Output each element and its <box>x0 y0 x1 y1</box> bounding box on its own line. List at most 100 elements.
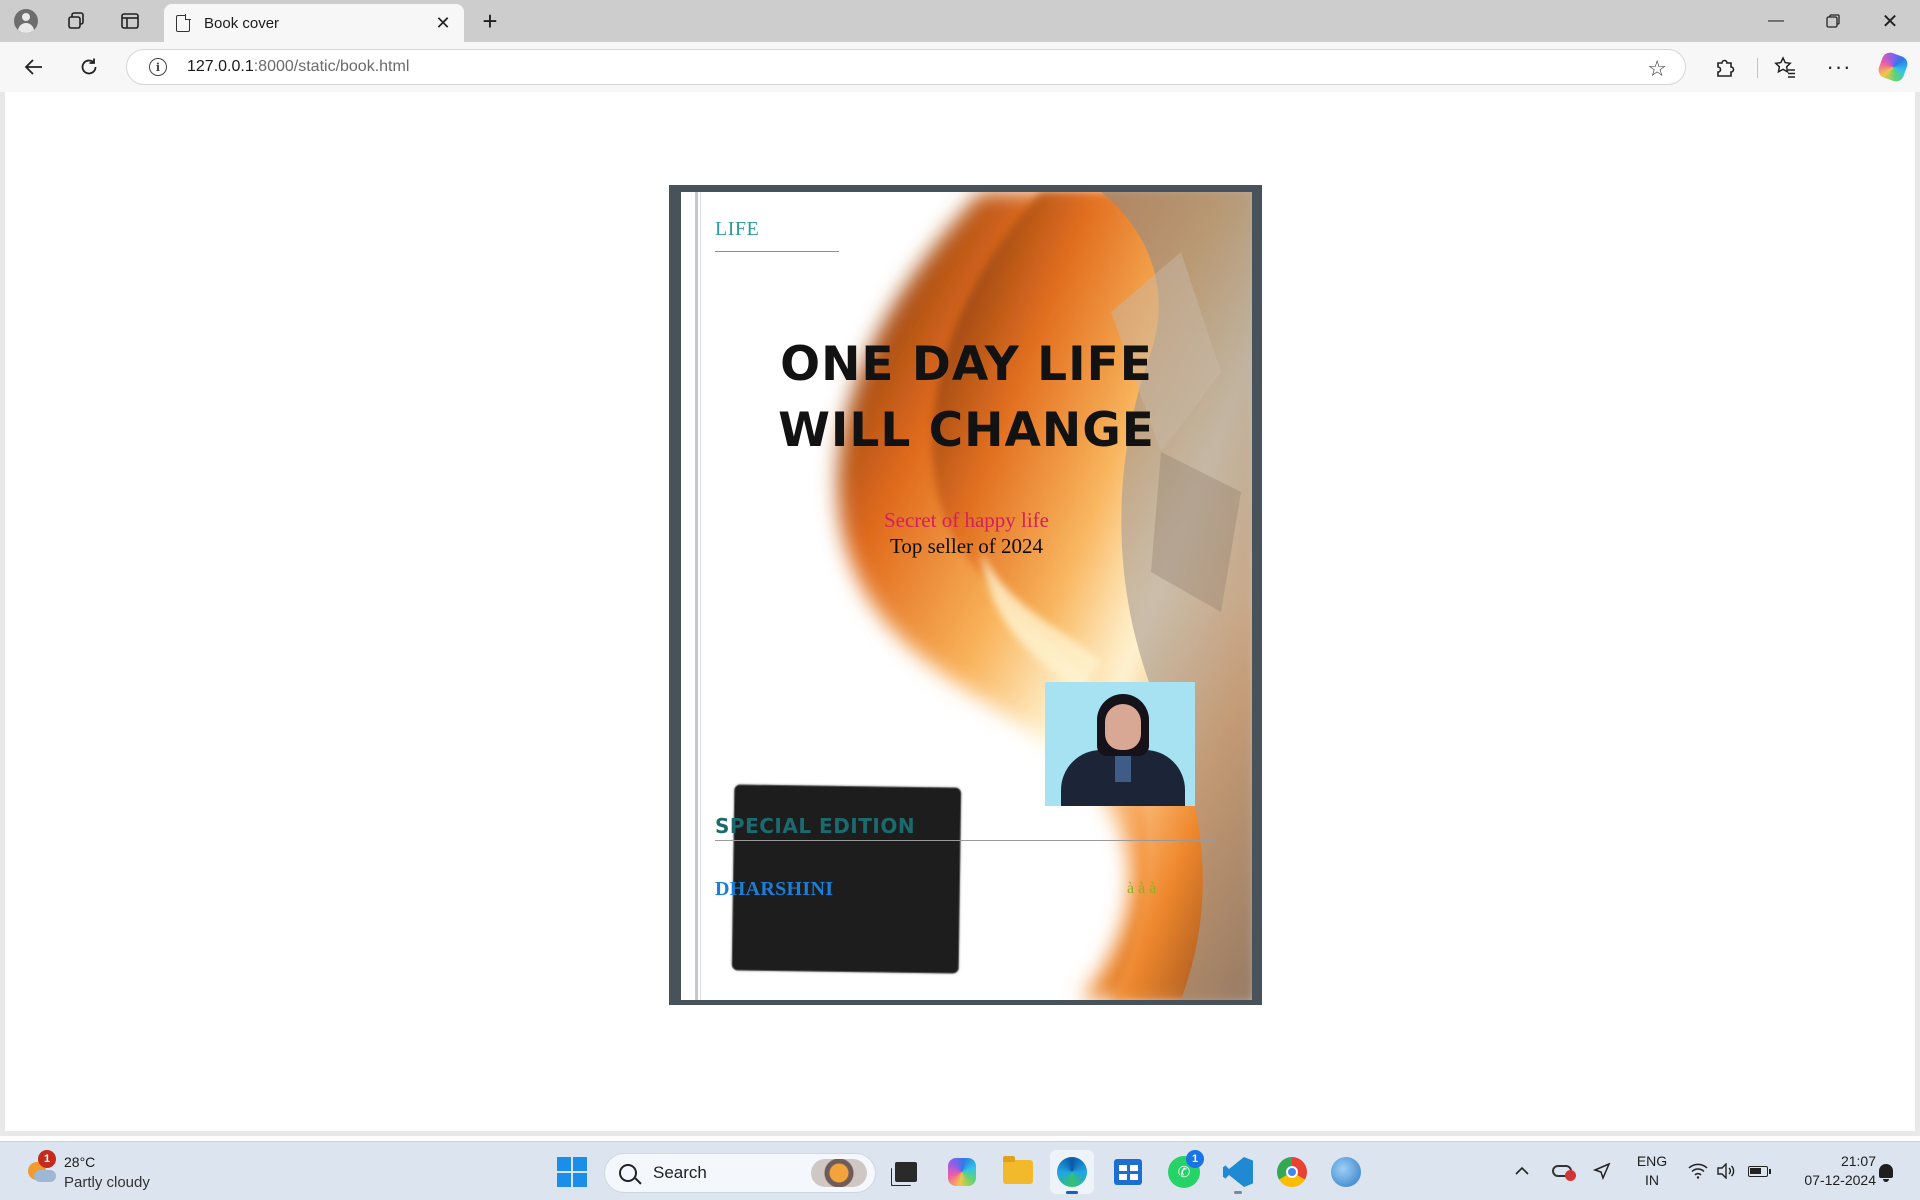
photo-collar <box>1115 752 1131 782</box>
language-indicator[interactable]: ENG IN <box>1630 1152 1674 1190</box>
book-cover-face: LIFE ONE DAY LIFE WILL CHANGE Secret of … <box>681 192 1252 1000</box>
workspaces-button[interactable] <box>60 6 92 36</box>
notifications-button[interactable] <box>1872 1156 1900 1186</box>
taskbar-search[interactable]: Search <box>604 1153 876 1193</box>
url-host: 127.0.0.1 <box>187 58 254 75</box>
minimize-button[interactable]: — <box>1748 0 1804 42</box>
category-label: LIFE <box>715 218 760 240</box>
volume-button[interactable] <box>1712 1156 1740 1186</box>
copilot-button[interactable] <box>1876 50 1910 84</box>
vertical-tabs-icon <box>121 13 139 29</box>
page-icon <box>176 13 191 32</box>
running-indicator <box>1234 1191 1242 1194</box>
chrome-button[interactable] <box>1270 1150 1314 1194</box>
weather-condition: Partly cloudy <box>64 1174 150 1191</box>
reload-button[interactable] <box>72 50 106 84</box>
reload-icon <box>81 58 97 75</box>
search-highlight-icon <box>811 1159 867 1187</box>
battery-button[interactable] <box>1744 1156 1772 1186</box>
copilot-icon <box>948 1158 976 1186</box>
favorites-icon <box>1774 56 1795 78</box>
author-name: DHARSHINI <box>715 878 834 900</box>
active-indicator <box>1066 1191 1078 1194</box>
close-window-button[interactable]: ✕ <box>1862 0 1918 42</box>
search-label: Search <box>653 1163 707 1182</box>
favorites-button[interactable] <box>1768 50 1802 84</box>
book-cover: LIFE ONE DAY LIFE WILL CHANGE Secret of … <box>669 185 1262 1005</box>
photo-face <box>1105 704 1141 750</box>
error-badge <box>1565 1170 1576 1181</box>
cloud-shape <box>34 1170 56 1182</box>
task-view-icon <box>895 1162 917 1182</box>
clock-time: 21:07 <box>1840 1153 1876 1169</box>
whatsapp-badge: 1 <box>1186 1150 1204 1168</box>
weather-widget[interactable]: 1 28°C Partly cloudy <box>24 1150 204 1194</box>
location-tray-button[interactable] <box>1588 1156 1616 1186</box>
search-icon <box>619 1164 637 1182</box>
whatsapp-button[interactable]: ✆ 1 <box>1162 1150 1206 1194</box>
author-photo <box>1045 682 1195 806</box>
close-icon[interactable]: ✕ <box>432 12 454 34</box>
profile-button[interactable] <box>10 6 42 36</box>
clock-date: 07-12-2024 <box>1804 1172 1876 1188</box>
garbled-text: à à à <box>1127 880 1157 897</box>
browser-toolbar: i 127.0.0.1:8000/static/book.html ☆ ··· <box>0 42 1920 92</box>
minimize-icon: — <box>1768 12 1784 29</box>
globe-app-button[interactable] <box>1324 1150 1368 1194</box>
book-title-line-2: WILL CHANGE <box>778 403 1155 458</box>
toolbar-divider <box>1757 58 1758 78</box>
spine-line <box>700 192 701 1000</box>
edge-icon <box>1057 1157 1087 1187</box>
folder-icon <box>1003 1156 1033 1184</box>
task-view-button[interactable] <box>884 1150 928 1194</box>
chrome-icon <box>1277 1157 1307 1187</box>
close-window-icon: ✕ <box>1881 10 1899 33</box>
book-subtitle: Secret of happy life <box>883 508 1050 532</box>
tab-bar: Book cover ✕ + — ✕ <box>0 0 1920 42</box>
info-icon[interactable]: i <box>149 58 167 76</box>
new-tab-button[interactable]: + <box>474 6 506 36</box>
more-icon: ··· <box>1826 54 1852 79</box>
workspaces-icon <box>68 12 84 29</box>
vscode-button[interactable] <box>1216 1150 1260 1194</box>
back-button[interactable] <box>17 50 51 84</box>
puzzle-icon <box>1717 59 1735 77</box>
clock[interactable]: 21:07 07-12-2024 <box>1780 1152 1876 1190</box>
vscode-icon <box>1223 1157 1253 1187</box>
copilot-icon <box>1876 50 1910 84</box>
edition-divider <box>715 840 1215 841</box>
file-explorer-button[interactable] <box>996 1150 1040 1194</box>
volume-icon <box>1717 1163 1735 1179</box>
book-tagline: Top seller of 2024 <box>889 534 1044 558</box>
plus-icon: + <box>482 5 498 36</box>
send-icon <box>1593 1162 1611 1180</box>
onedrive-error-icon <box>1552 1165 1576 1181</box>
wifi-button[interactable] <box>1684 1156 1712 1186</box>
restore-icon <box>1826 14 1840 28</box>
profile-icon <box>14 9 38 33</box>
book-title-line-1: ONE DAY LIFE <box>780 337 1153 392</box>
bell-icon <box>1879 1164 1893 1182</box>
language-code: ENG <box>1636 1153 1668 1169</box>
more-button[interactable]: ··· <box>1822 50 1856 84</box>
edition-label: SPECIAL EDITION <box>715 814 916 838</box>
store-icon <box>1114 1159 1142 1185</box>
star-icon[interactable]: ☆ <box>1647 56 1667 82</box>
page-content: LIFE ONE DAY LIFE WILL CHANGE Secret of … <box>0 92 1920 1136</box>
start-button[interactable] <box>550 1150 594 1194</box>
vertical-tabs-button[interactable] <box>114 6 146 36</box>
onedrive-tray-button[interactable] <box>1548 1156 1576 1186</box>
store-button[interactable] <box>1106 1150 1150 1194</box>
tab-book-cover[interactable]: Book cover ✕ <box>164 4 464 42</box>
battery-icon <box>1748 1165 1771 1177</box>
back-arrow-icon <box>24 59 42 75</box>
show-hidden-icons-button[interactable] <box>1508 1156 1536 1186</box>
chevron-up-icon <box>1515 1166 1529 1175</box>
address-bar[interactable]: i 127.0.0.1:8000/static/book.html ☆ <box>126 49 1686 85</box>
restore-button[interactable] <box>1805 0 1861 42</box>
extensions-button[interactable] <box>1708 50 1742 84</box>
globe-icon <box>1331 1157 1361 1187</box>
edge-button[interactable] <box>1050 1150 1094 1194</box>
copilot-taskbar-button[interactable] <box>940 1150 984 1194</box>
book-title: ONE DAY LIFE WILL CHANGE <box>681 332 1252 464</box>
